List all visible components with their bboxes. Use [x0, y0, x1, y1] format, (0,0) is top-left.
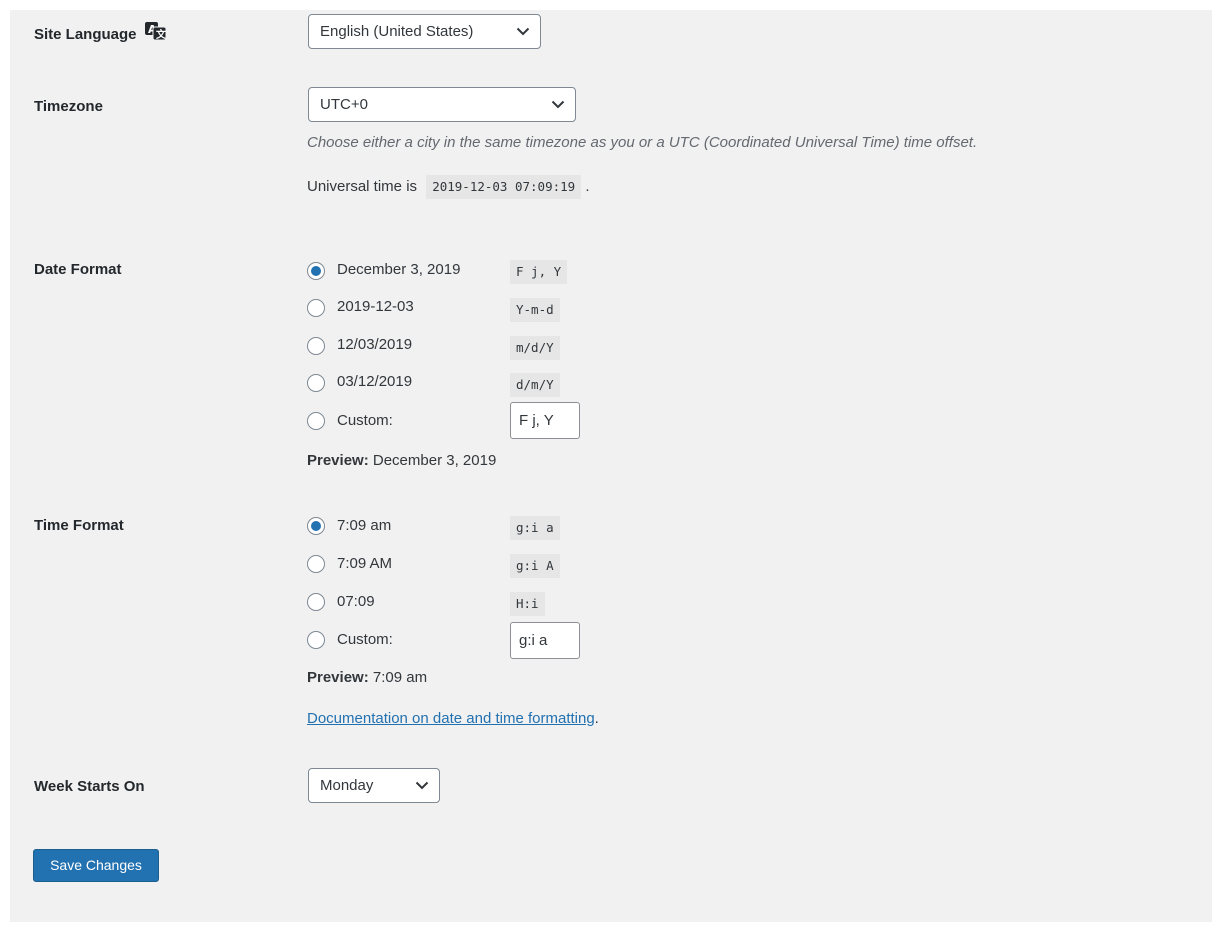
time-format-preview: Preview: 7:09 am — [307, 669, 427, 686]
universal-time: Universal time is 2019-12-03 07:09:19 . — [307, 175, 590, 199]
week-starts-on-select[interactable]: Monday — [308, 768, 440, 803]
time-format-option-3-code: H:i — [510, 592, 545, 616]
save-changes-button[interactable]: Save Changes — [33, 849, 159, 882]
time-format-option-2-code: g:i A — [510, 554, 560, 578]
date-format-option-2-label: 2019-12-03 — [337, 298, 414, 315]
svg-text:文: 文 — [156, 28, 167, 40]
time-format-custom-input[interactable] — [510, 622, 580, 659]
date-format-option-2-code: Y-m-d — [510, 298, 560, 322]
documentation-link[interactable]: Documentation on date and time formattin… — [307, 710, 595, 727]
date-format-option-3-code: m/d/Y — [510, 336, 560, 360]
time-format-radio-1[interactable] — [307, 517, 325, 535]
date-format-radio-2[interactable] — [307, 299, 325, 317]
date-format-option-1-code: F j, Y — [510, 260, 568, 284]
timezone-label: Timezone — [34, 98, 103, 115]
documentation-suffix: . — [594, 710, 599, 727]
time-format-custom-label: Custom: — [337, 631, 393, 648]
time-format-radio-3[interactable] — [307, 593, 325, 611]
chevron-down-icon — [551, 100, 565, 109]
week-starts-on-selected: Monday — [320, 777, 374, 794]
time-format-radio-custom[interactable] — [307, 631, 325, 649]
date-format-radio-custom[interactable] — [307, 412, 325, 430]
site-language-selected: English (United States) — [320, 23, 474, 40]
time-preview-label: Preview: — [307, 669, 369, 686]
settings-panel: Site Language A 文 English (United States… — [10, 10, 1212, 922]
date-format-option-4-code: d/m/Y — [510, 373, 560, 397]
date-format-option-1-label: December 3, 2019 — [337, 261, 461, 278]
time-format-option-1-label: 7:09 am — [337, 517, 392, 534]
universal-time-suffix: . — [585, 178, 590, 195]
time-format-label: Time Format — [34, 517, 124, 534]
time-preview-value: 7:09 am — [372, 669, 428, 686]
date-format-custom-input[interactable] — [510, 402, 580, 439]
date-format-radio-3[interactable] — [307, 337, 325, 355]
date-format-custom-label: Custom: — [337, 412, 393, 429]
date-format-option-4-label: 03/12/2019 — [337, 373, 413, 390]
time-format-option-1-code: g:i a — [510, 516, 560, 540]
date-format-preview: Preview: December 3, 2019 — [307, 452, 496, 469]
documentation-line: Documentation on date and time formattin… — [307, 710, 599, 727]
date-preview-value: December 3, 2019 — [372, 452, 497, 469]
site-language-select[interactable]: English (United States) — [308, 14, 541, 49]
timezone-selected: UTC+0 — [320, 96, 368, 113]
universal-time-prefix: Universal time is — [307, 178, 418, 195]
date-format-radio-1[interactable] — [307, 262, 325, 280]
chevron-down-icon — [415, 781, 429, 790]
date-preview-label: Preview: — [307, 452, 369, 469]
week-starts-on-label: Week Starts On — [34, 778, 145, 795]
site-language-row-label: Site Language A 文 — [34, 22, 167, 46]
time-format-radio-2[interactable] — [307, 555, 325, 573]
date-format-option-3-label: 12/03/2019 — [337, 336, 413, 353]
site-language-label: Site Language — [34, 25, 137, 43]
chevron-down-icon — [516, 27, 530, 36]
time-format-option-3-label: 07:09 — [337, 593, 375, 610]
translation-icon: A 文 — [144, 22, 167, 44]
date-format-label: Date Format — [34, 261, 122, 278]
timezone-description: Choose either a city in the same timezon… — [307, 134, 978, 151]
time-format-option-2-label: 7:09 AM — [337, 555, 393, 572]
date-format-radio-4[interactable] — [307, 374, 325, 392]
timezone-select[interactable]: UTC+0 — [308, 87, 576, 122]
universal-time-value: 2019-12-03 07:09:19 — [426, 175, 582, 199]
